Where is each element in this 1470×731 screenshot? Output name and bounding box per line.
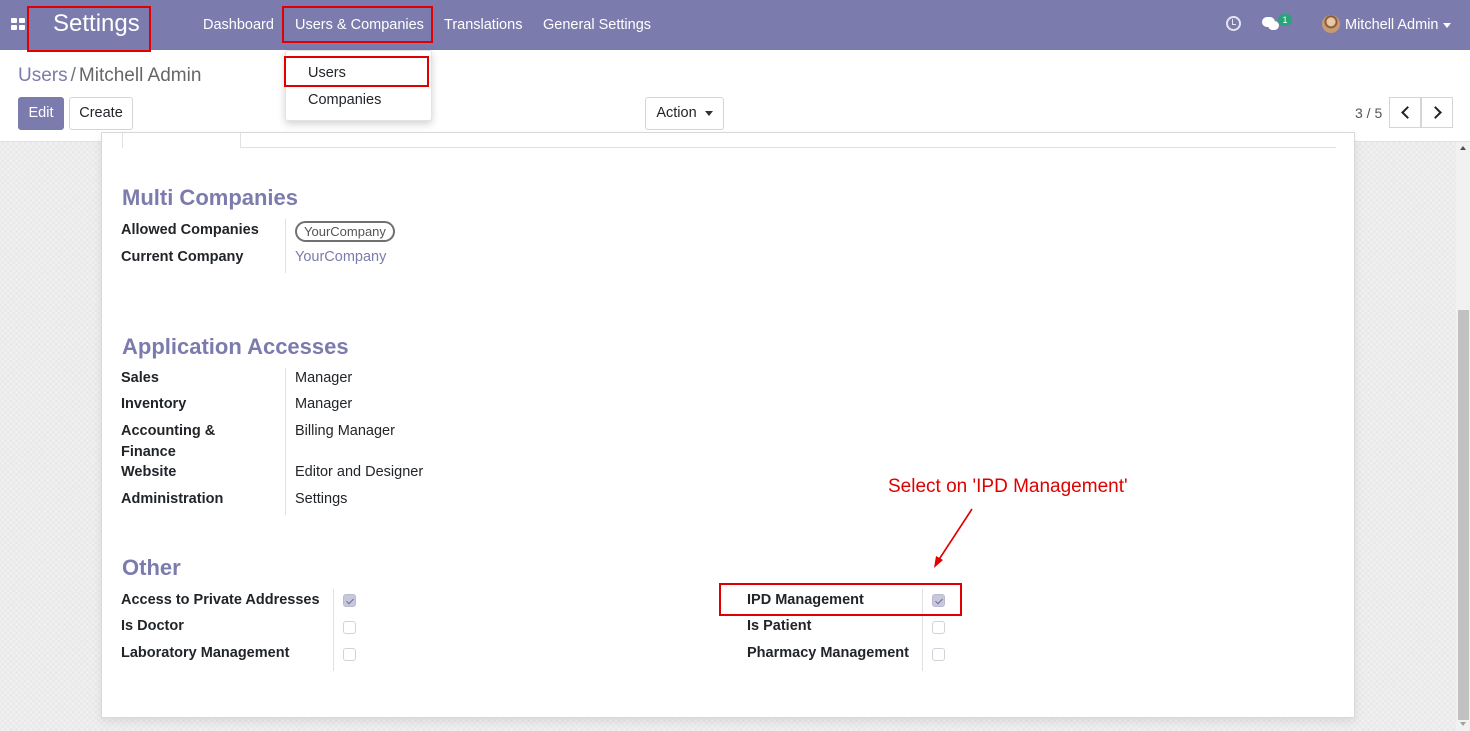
app-access-value-website: Editor and Designer [295,464,424,480]
current-company-label: Current Company [121,249,244,265]
scrollbar-thumb[interactable] [1458,310,1469,720]
form-sheet: Multi Companies Allowed Companies YourCo… [101,132,1355,718]
other-label-pharmacy: Pharmacy Management [747,645,909,661]
other-label-is-doctor: Is Doctor [121,618,184,634]
app-access-value-accounting: Billing Manager [295,423,395,439]
app-access-label-website: Website [121,464,177,480]
other-label-private-addresses: Access to Private Addresses [121,592,320,608]
app-access-value-inventory: Manager [295,396,353,412]
app-access-label-sales: Sales [121,370,159,386]
breadcrumb: Users / Mitchell Admin [18,65,201,87]
apps-menu-icon[interactable] [11,18,25,30]
app-access-label-accounting: Accounting & Finance [121,423,216,460]
checkbox-pharmacy[interactable] [932,648,945,661]
checkbox-laboratory[interactable] [343,648,356,661]
breadcrumb-separator: / [70,65,76,86]
app-access-label-administration: Administration [121,491,224,507]
breadcrumb-current: Mitchell Admin [78,65,202,86]
control-panel: Users / Mitchell Admin Edit Create Action … [0,50,1470,142]
checkbox-is-patient[interactable] [932,621,945,634]
user-menu-name[interactable]: Mitchell Admin [1345,16,1438,34]
field-separator [285,219,286,273]
chevron-right-icon [1429,106,1442,119]
highlight-settings-app [27,6,151,52]
field-separator [285,368,286,515]
user-avatar[interactable] [1322,15,1340,33]
breadcrumb-users-link[interactable]: Users [18,65,68,86]
action-caret-icon [704,110,713,116]
highlight-users-item [284,56,429,87]
menu-translations[interactable]: Translations [444,16,522,34]
messages-count-badge: 1 [1278,14,1292,26]
app-access-value-sales: Manager [295,370,353,386]
create-button[interactable]: Create [69,97,133,130]
section-other-title: Other [122,555,181,580]
action-label: Action [656,105,697,121]
allowed-companies-label: Allowed Companies [121,222,259,238]
app-access-label-inventory: Inventory [121,396,187,412]
section-application-accesses-title: Application Accesses [122,334,349,359]
scroll-up-arrow-icon[interactable] [1460,146,1466,150]
app-access-value-administration: Settings [295,491,348,507]
section-multi-companies-title: Multi Companies [122,185,299,210]
notebook-active-tab[interactable] [122,133,241,148]
edit-button[interactable]: Edit [18,97,64,130]
allowed-company-tag[interactable]: YourCompany [295,221,395,242]
activity-clock-icon[interactable] [1226,16,1241,31]
current-company-link[interactable]: YourCompany [295,247,386,268]
user-menu-caret-icon[interactable] [1443,23,1451,28]
highlight-ipd-management [719,583,962,616]
notebook-tab-line [122,147,1336,148]
dropdown-item-companies[interactable]: Companies [308,91,381,109]
other-label-laboratory: Laboratory Management [121,645,290,661]
checkbox-is-doctor[interactable] [343,621,356,634]
action-dropdown-button[interactable]: Action [645,97,724,130]
checkbox-private-addresses[interactable] [343,594,356,607]
pager-value[interactable]: 3 / 5 [1355,105,1382,121]
highlight-users-companies-menu [282,6,433,43]
scroll-down-arrow-icon[interactable] [1460,722,1466,726]
menu-dashboard[interactable]: Dashboard [203,16,274,34]
chevron-left-icon [1401,106,1414,119]
other-label-is-patient: Is Patient [747,618,812,634]
menu-general-settings[interactable]: General Settings [543,16,651,34]
annotation-note: Select on 'IPD Management' [888,476,1128,497]
annotation-arrow-icon [934,508,973,568]
field-separator [333,589,334,671]
top-navbar: Settings Dashboard Users & Companies Tra… [0,0,1470,50]
pager-next-button[interactable] [1421,97,1453,128]
pager-previous-button[interactable] [1389,97,1421,128]
